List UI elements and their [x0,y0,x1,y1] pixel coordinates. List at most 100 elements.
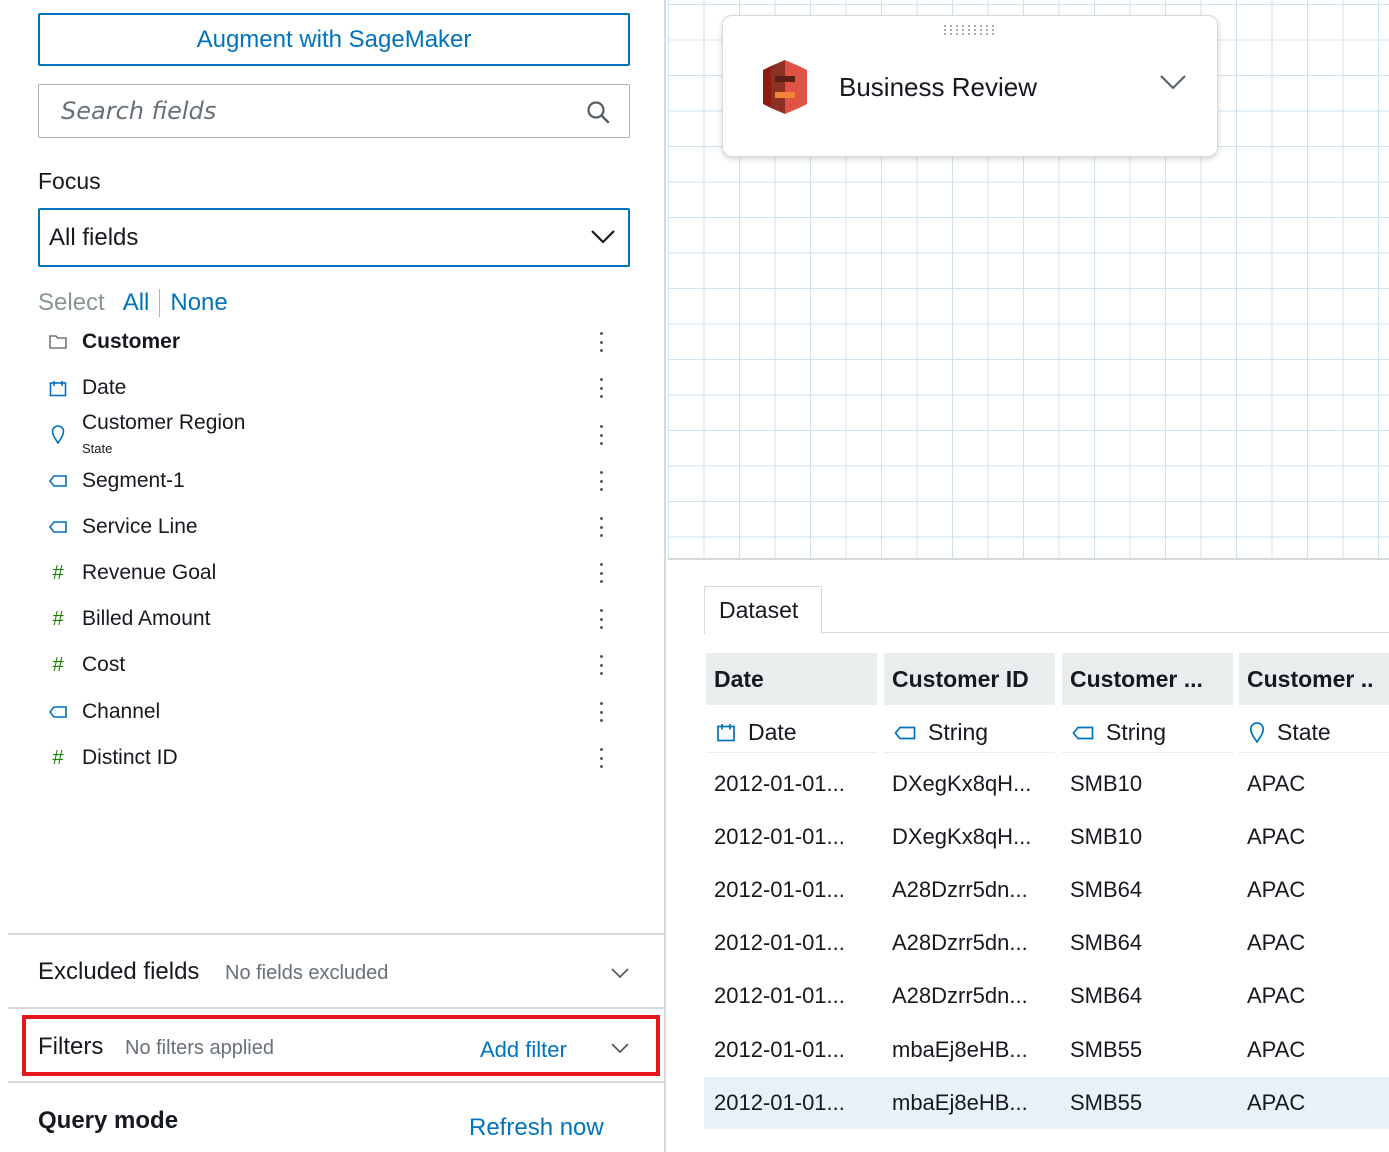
dataset-card[interactable]: Business Review [722,15,1218,157]
select-controls: Select All None [38,288,228,318]
hash-icon: # [52,607,64,630]
excluded-fields-title: Excluded fields [38,958,200,985]
field-item-channel[interactable]: Channel [38,692,618,732]
table-cell: A28Dzrr5dn... [892,877,1028,902]
tag-icon [894,726,916,740]
tag-icon [38,475,78,487]
field-name: Service Line [82,515,198,538]
table-row[interactable]: 2012-01-01... mbaEj8eHB... SMB55 APAC [704,1024,1389,1076]
column-type-label: String [928,719,989,745]
field-geo-role: State [82,441,113,456]
hash-icon: # [52,653,64,676]
excluded-fields-section[interactable]: Excluded fields No fields excluded [8,935,666,1007]
field-list-panel: Augment with SageMaker Focus All fields … [0,0,666,1152]
field-menu-icon[interactable] [596,374,606,402]
table-cell: 2012-01-01... [714,930,845,955]
table-cell: SMB64 [1070,930,1143,955]
table-cell: APAC [1247,1090,1306,1115]
column-type[interactable]: String [1062,713,1233,753]
s3-bucket-icon [763,60,807,114]
table-cell: 2012-01-01... [714,983,845,1008]
field-name: Segment-1 [82,469,185,492]
table-row[interactable]: 2012-01-01... A28Dzrr5dn... SMB64 APAC [704,970,1389,1022]
focus-dropdown[interactable]: All fields [38,208,630,267]
column-header[interactable]: Customer ... [1062,653,1233,705]
select-label: Select [38,289,105,316]
field-name: Revenue Goal [82,561,217,584]
chevron-down-icon[interactable] [610,967,630,979]
focus-selected-value: All fields [49,223,139,251]
field-item-billed-amount[interactable]: # Billed Amount [38,599,618,639]
field-menu-icon[interactable] [596,605,606,633]
table-row[interactable]: 2012-01-01... DXegKx8qH... SMB10 APAC [704,811,1389,863]
column-type-label: String [1106,719,1167,745]
column-header[interactable]: Customer .. [1239,653,1389,705]
table-cell: DXegKx8qH... [892,771,1032,796]
excluded-fields-status: No fields excluded [225,962,389,984]
tag-icon [38,521,78,533]
field-menu-icon[interactable] [596,513,606,541]
table-cell: 2012-01-01... [714,1090,845,1115]
field-item-customer-region[interactable]: Customer Region State [38,411,618,457]
select-all-link[interactable]: All [123,289,150,317]
table-cell: 2012-01-01... [714,771,845,796]
column-type-label: State [1277,719,1331,745]
refresh-now-link[interactable]: Refresh now [469,1114,604,1142]
table-cell: DXegKx8qH... [892,824,1032,849]
folder-icon [38,335,78,349]
calendar-icon [716,723,736,742]
table-cell: APAC [1247,877,1306,902]
field-name: Customer Region [82,411,246,434]
field-name: Channel [82,700,161,723]
search-fields-box[interactable] [38,84,630,138]
table-cell: APAC [1247,824,1306,849]
drag-handle-icon[interactable] [943,24,995,36]
field-menu-icon[interactable] [596,328,606,356]
field-item-revenue-goal[interactable]: # Revenue Goal [38,553,618,593]
column-header[interactable]: Date [706,653,877,705]
field-item-date[interactable]: Date [38,368,618,408]
table-row[interactable]: 2012-01-01... A28Dzrr5dn... SMB64 APAC [704,864,1389,916]
field-menu-icon[interactable] [596,559,606,587]
field-menu-icon[interactable] [596,421,606,449]
search-fields-input[interactable] [61,97,561,125]
column-type[interactable]: Date [706,713,877,753]
column-header[interactable]: Customer ID [884,653,1055,705]
table-cell: A28Dzrr5dn... [892,930,1028,955]
field-item-distinct-id[interactable]: # Distinct ID [38,738,618,778]
table-cell: APAC [1247,1037,1306,1062]
select-none-link[interactable]: None [170,289,227,317]
location-pin-icon [38,424,78,444]
focus-label: Focus [38,168,101,194]
field-menu-icon[interactable] [596,744,606,772]
augment-with-sagemaker-button[interactable]: Augment with SageMaker [38,13,630,66]
field-item-service-line[interactable]: Service Line [38,507,618,547]
table-cell: APAC [1247,930,1306,955]
table-row[interactable]: 2012-01-01... A28Dzrr5dn... SMB64 APAC [704,917,1389,969]
field-name: Cost [82,653,126,676]
column-type[interactable]: State [1239,713,1389,753]
tab-underline [822,632,1389,633]
calendar-icon [38,380,78,397]
chevron-down-icon[interactable] [1159,74,1187,92]
table-cell: mbaEj8eHB... [892,1037,1028,1062]
field-item-segment-1[interactable]: Segment-1 [38,461,618,501]
filters-highlight-box [22,1015,660,1076]
search-icon[interactable] [585,99,611,125]
table-cell: 2012-01-01... [714,877,845,902]
field-item-cost[interactable]: # Cost [38,645,618,685]
dataset-name: Business Review [839,72,1037,102]
field-menu-icon[interactable] [596,698,606,726]
table-row[interactable]: 2012-01-01... DXegKx8qH... SMB10 APAC [704,758,1389,810]
tab-dataset[interactable]: Dataset [704,586,822,634]
column-type[interactable]: String [884,713,1055,753]
field-menu-icon[interactable] [596,467,606,495]
location-pin-icon [1249,722,1265,743]
table-cell: mbaEj8eHB... [892,1090,1028,1115]
field-menu-icon[interactable] [596,651,606,679]
table-cell: SMB10 [1070,771,1143,796]
data-preview-panel: Dataset Date Customer ID Customer ... Cu… [668,562,1389,1152]
table-row-selected[interactable]: 2012-01-01... mbaEj8eHB... SMB55 APAC [704,1077,1389,1129]
table-cell: SMB10 [1070,824,1143,849]
field-item-customer-folder[interactable]: Customer [38,322,618,362]
